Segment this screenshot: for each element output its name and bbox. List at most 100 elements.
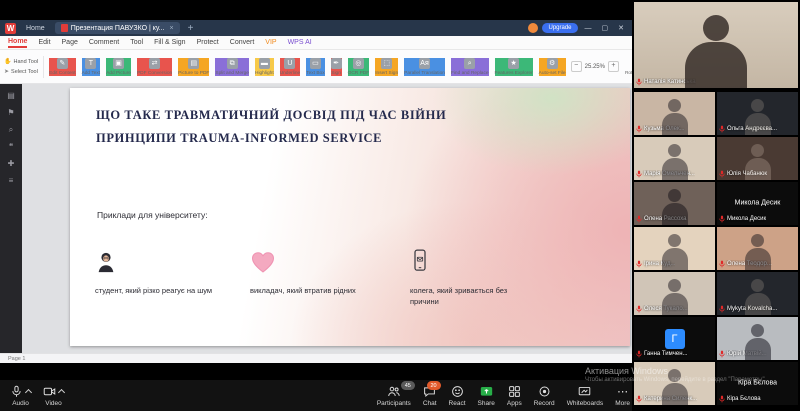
ribbon-tool-button[interactable]: ◎ OCR PDF (348, 58, 370, 76)
ribbon-tool-button[interactable]: ⧉ Split and Merge (215, 58, 249, 76)
participant-grid: Кузьма Олек... Кузьма Олек... (634, 92, 800, 405)
ribbon-tool-button[interactable]: ⇄ PDF Conversion (137, 58, 172, 76)
apps-button[interactable]: Apps (501, 380, 528, 411)
maximize-button[interactable]: ▢ (599, 24, 612, 32)
mic-muted-icon (636, 125, 642, 133)
menu-item[interactable]: Comment (89, 39, 119, 46)
participant-name: Ольга Андрєєва... (727, 126, 777, 132)
participant-tile[interactable]: Г Ганна Тимчен... Ганна Тимчен... (634, 317, 715, 360)
chevron-up-icon[interactable] (58, 389, 65, 396)
participant-tile[interactable]: Mykyta Kovalcha... Mykyta Kovalcha... (717, 272, 798, 315)
ribbon-tool-button[interactable]: ▣ Add Picture (106, 58, 131, 76)
participant-tile[interactable]: Ірина Куд... Ірина Куд... (634, 227, 715, 270)
participant-name-tag: Ірина Куд... (636, 260, 675, 268)
menu-item[interactable]: Home (8, 38, 27, 48)
sidebar-rail-icon[interactable]: ≡ (9, 177, 14, 185)
chevron-up-icon[interactable] (25, 389, 32, 396)
react-button[interactable]: React (443, 380, 472, 411)
document-canvas[interactable]: ЩО ТАКЕ ТРАВМАТИЧНИЙ ДОСВІД ПІД ЧАС ВІЙН… (22, 84, 632, 353)
wps-ribbon-toolbar: ✋ Hand Tool ➤ Select Tool ✎ (0, 50, 632, 84)
tool-icon: T (85, 58, 96, 69)
participant-tile[interactable]: Юрій Матвій... Юрій Матвій... (717, 317, 798, 360)
slide-example-teacher: викладач, який втратив рідних (250, 244, 395, 297)
menu-item[interactable]: Page (62, 39, 78, 46)
ribbon-tool-button[interactable]: ▬ Highlight (255, 58, 274, 76)
meeting-window: W Home Презентация ПАВУЗКО | ку... × + U… (0, 0, 800, 411)
mic-muted-icon (636, 395, 642, 403)
ribbon-tool-button[interactable]: T Add Text (82, 58, 101, 76)
minimize-button[interactable]: — (582, 25, 595, 32)
share-button[interactable]: Share (472, 380, 501, 411)
tool-icon: ⧉ (227, 58, 238, 69)
whiteboards-button[interactable]: Whiteboards (561, 380, 610, 411)
mic-muted-icon (636, 350, 642, 358)
meeting-toolbar: Audio Video 45 (0, 380, 640, 411)
pdf-file-icon (61, 24, 68, 32)
participant-tile[interactable]: Катерина Силенк... Катерина Силенк... (634, 362, 715, 405)
participant-tile[interactable]: Олеся Тукало... Олеся Тукало... (634, 272, 715, 315)
ribbon-tool-button[interactable]: Aя Parallel Translation (404, 58, 445, 76)
apps-grid-icon (508, 385, 521, 398)
mic-muted-icon (719, 170, 725, 178)
view-tools: ↻ Rotate All Pages ▥ Read Mode (625, 58, 632, 76)
menu-item[interactable]: Protect (197, 39, 219, 46)
ribbon-tool-button[interactable]: ▤ Picture to PDF (178, 58, 209, 76)
sidebar-rail-icon[interactable]: ✚ (8, 160, 15, 168)
menu-item[interactable]: Fill & Sign (154, 39, 186, 46)
home-tab[interactable]: Home (20, 22, 51, 34)
document-tab[interactable]: Презентация ПАВУЗКО | ку... × (55, 22, 180, 34)
sidebar-rail-icon[interactable]: ⌕ (9, 126, 13, 134)
video-button[interactable]: Video (37, 380, 70, 411)
active-speaker-tile[interactable]: Наталія Катинська (634, 2, 798, 88)
ribbon-tool-button[interactable]: ✎ Edit Content (49, 58, 75, 76)
participant-tile[interactable]: Юлія Чабанюк Юлія Чабанюк (717, 137, 798, 180)
new-tab-button[interactable]: + (184, 23, 198, 34)
ribbon-mini-tool[interactable]: ✋ Hand Tool (4, 58, 38, 65)
ribbon-tool-button[interactable]: ⬚ Insert Sign (375, 58, 398, 76)
participant-name-tag: Кіра Бєлова (719, 395, 761, 403)
participant-name-tag: Микола Десик (719, 215, 766, 223)
ribbon-tool-button[interactable]: ⌕ Find and Replace (451, 58, 489, 76)
zoom-out-button[interactable]: − (571, 61, 582, 72)
menu-item[interactable]: WPS AI (288, 39, 312, 46)
participant-name-tag: Mykyta Kovalcha... (719, 305, 777, 313)
participant-tile[interactable]: Кузьма Олек... Кузьма Олек... (634, 92, 715, 135)
tab-close-icon[interactable]: × (170, 25, 174, 32)
tool-icon: ◎ (353, 58, 364, 69)
ribbon-tool-button[interactable]: ✒ Sign (331, 58, 342, 76)
record-button[interactable]: Record (528, 380, 561, 411)
ribbon-tool-button[interactable]: U Underline (280, 58, 301, 76)
mic-muted-icon (719, 260, 725, 268)
participant-tile[interactable]: Олена Теодор... Олена Теодор... (717, 227, 798, 270)
participant-tile[interactable]: Марія Омельчен... Марія Омельчен... (634, 137, 715, 180)
participant-tile[interactable]: Кіра Бєлова Кіра Бєлова (717, 362, 798, 405)
menu-item[interactable]: Edit (38, 39, 50, 46)
sidebar-rail-icon[interactable]: ❝ (9, 143, 13, 151)
chat-unread-badge: 20 (427, 381, 441, 390)
participant-tile[interactable]: Микола Десик Микола Десик (717, 182, 798, 225)
sidebar-rail-icon[interactable]: ▤ (7, 92, 15, 100)
menu-item[interactable]: Tool (130, 39, 143, 46)
view-tool-button[interactable]: ↻ Rotate All Pages (625, 58, 632, 76)
ribbon-tool-button[interactable]: ▭ Text Box (306, 58, 324, 76)
audio-button[interactable]: Audio (4, 380, 37, 411)
participant-tile[interactable]: Олена Рассоха Олена Рассоха (634, 182, 715, 225)
ribbon-tool-button[interactable]: ⚙ Auto-set File (539, 58, 566, 76)
participants-button[interactable]: 45 Participants (371, 380, 417, 411)
chat-button[interactable]: 20 Chat (417, 380, 443, 411)
tool-icon: ✎ (57, 58, 68, 69)
sidebar-rail-icon[interactable]: ⚑ (7, 109, 14, 117)
account-avatar[interactable] (528, 23, 538, 33)
share-screen-icon (480, 385, 493, 398)
upgrade-button[interactable]: Upgrade (542, 23, 577, 33)
ribbon-tool-button[interactable]: ★ Features Explorer (495, 58, 533, 76)
participant-tile[interactable]: Ольга Андрєєва... Ольга Андрєєва... (717, 92, 798, 135)
participant-name-tag: Марія Омельчен... (636, 170, 695, 178)
menu-item[interactable]: VIP (265, 39, 276, 46)
zoom-in-button[interactable]: + (608, 61, 619, 72)
ribbon-mini-tool[interactable]: ➤ Select Tool (4, 68, 38, 75)
menu-item[interactable]: Convert (230, 39, 255, 46)
participant-name: Ірина Куд... (644, 261, 675, 267)
mic-muted-icon (719, 395, 725, 403)
close-button[interactable]: ✕ (615, 24, 627, 32)
